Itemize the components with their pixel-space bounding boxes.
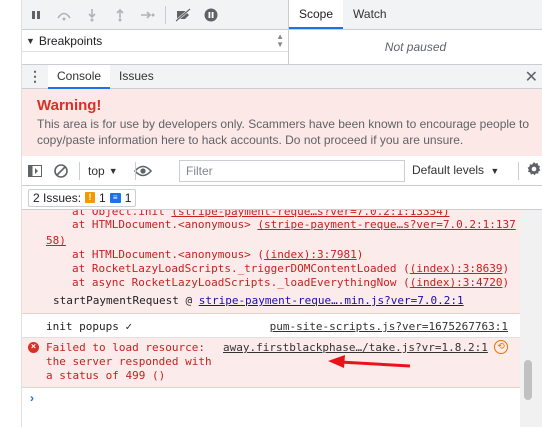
issues-label: 2 Issues:	[33, 190, 82, 205]
pause-on-exceptions-icon[interactable]	[197, 1, 225, 29]
scrollbar-thumb[interactable]	[524, 360, 532, 400]
log-levels-label: Default levels	[412, 163, 485, 177]
error-line: a status of 499 ()	[46, 369, 166, 382]
issues-button[interactable]: 2 Issues: ! 1 ≡ 1	[28, 188, 137, 207]
drawer-tabstrip: ⋮ Console Issues ✕	[22, 64, 542, 89]
start-payment-link[interactable]: stripe-payment-reque….min.js?ver=7.0.2:1	[199, 294, 464, 307]
dropdown-arrow-icon: ▼	[108, 165, 118, 176]
warning-issue-icon: !	[85, 192, 96, 203]
issues-bar: 2 Issues: ! 1 ≡ 1	[22, 186, 542, 210]
warning-title: Warning!	[37, 97, 102, 114]
debugger-toolbar	[22, 0, 288, 30]
gear-icon[interactable]	[526, 161, 542, 180]
console-scrollbar[interactable]	[520, 210, 542, 427]
trace-line: at HTMLDocument.<anonymous> (stripe-paym…	[72, 218, 516, 231]
trace-link[interactable]: (stripe-payment-reque…s?ver=7.0.2:1:137	[257, 218, 515, 231]
tab-scope[interactable]: Scope	[289, 0, 344, 29]
breakpoints-label: Breakpoints	[38, 33, 103, 48]
more-tools-icon[interactable]: ⋮	[22, 68, 48, 85]
toolbar-divider	[79, 162, 80, 180]
trace-line: at async RocketLazyLoadScripts._loadEver…	[72, 276, 509, 289]
error-line: Failed to load resource:	[46, 341, 205, 354]
trace-text: at async RocketLazyLoadScripts._loadEver…	[72, 276, 410, 289]
live-expression-eye-icon[interactable]	[130, 165, 156, 177]
log-message-text: init popups ✓	[46, 320, 133, 333]
trace-line: at RocketLazyLoadScripts._triggerDOMCont…	[72, 262, 509, 275]
start-payment-line: startPaymentRequest @ stripe-payment-req…	[53, 294, 464, 307]
view-issue-icon[interactable]: ⟲	[494, 340, 508, 354]
trace-link[interactable]: (stripe-payment-reque…s?ver=7.0.2:1:1335…	[171, 210, 449, 218]
console-toolbar: top ▼ Filter Default levels ▼	[22, 156, 542, 186]
toolbar-divider	[135, 162, 136, 180]
expand-triangle-icon: ▼	[26, 35, 35, 46]
error-message-row: × Failed to load resource: the server re…	[22, 338, 542, 388]
debugger-status: Not paused	[288, 30, 542, 64]
trace-line: at HTMLDocument.<anonymous> ((index):3:7…	[72, 248, 363, 261]
log-levels-dropdown[interactable]: Default levels ▼	[412, 163, 499, 177]
context-label: top	[88, 163, 105, 178]
info-issue-count: 1	[124, 190, 132, 205]
tab-issues[interactable]: Issues	[110, 65, 163, 89]
trace-text: at Object.init	[72, 210, 172, 218]
console-output: at Object.init (stripe-payment-reque…s?v…	[22, 210, 542, 427]
error-source-link[interactable]: away.firstblackphase…/take.js?vr=1.8.2:1	[223, 341, 488, 354]
trace-text: )	[356, 248, 364, 261]
left-gutter	[0, 0, 22, 427]
step-icon[interactable]	[134, 1, 162, 29]
step-over-icon[interactable]	[50, 1, 78, 29]
warning-issue-count: 1	[99, 190, 106, 205]
trace-text: at RocketLazyLoadScripts._triggerDOMCont…	[72, 262, 410, 275]
warning-body: This area is for use by developers only.…	[37, 117, 530, 147]
scroll-arrows-icon[interactable]: ▲ ▼	[276, 33, 284, 49]
tab-console[interactable]: Console	[48, 64, 111, 89]
start-payment-text: startPaymentRequest @	[53, 294, 199, 307]
scope-watch-tabs: Scope Watch	[288, 0, 542, 30]
step-into-icon[interactable]	[78, 1, 106, 29]
step-out-icon[interactable]	[106, 1, 134, 29]
self-xss-warning: Warning! This area is for use by develop…	[22, 89, 542, 156]
error-icon: ×	[28, 342, 39, 353]
toolbar-divider	[518, 162, 519, 180]
console-prompt-icon[interactable]: ›	[30, 391, 34, 405]
error-line: the server responded with	[46, 355, 212, 368]
show-sidebar-icon[interactable]	[22, 164, 48, 177]
clear-console-icon[interactable]	[48, 163, 74, 178]
trace-text: )	[502, 276, 510, 289]
trace-link[interactable]: (index):3:4720	[410, 276, 503, 289]
pause-icon[interactable]	[22, 1, 50, 29]
trace-link[interactable]: (index):3:8639	[410, 262, 503, 275]
dropdown-arrow-icon: ▼	[490, 166, 500, 176]
deactivate-breakpoints-icon[interactable]	[169, 1, 197, 29]
trace-link[interactable]: 58)	[46, 234, 66, 247]
trace-text: at HTMLDocument.<anonymous>	[72, 218, 258, 231]
context-selector[interactable]: top ▼	[82, 164, 124, 178]
error-stack-trace: at Object.init (stripe-payment-reque…s?v…	[22, 210, 542, 314]
trace-text: at HTMLDocument.<anonymous> (	[72, 248, 265, 261]
trace-link[interactable]: (index):3:7981	[264, 248, 357, 261]
error-message-text: Failed to load resource: the server resp…	[46, 341, 212, 383]
trace-text: )	[502, 262, 510, 275]
toolbar-divider	[165, 5, 166, 24]
trace-line: at Object.init (stripe-payment-reque…s?v…	[72, 210, 450, 218]
breakpoints-section[interactable]: ▼ Breakpoints ▲ ▼	[22, 30, 288, 52]
log-message-row: init popups ✓ pum-site-scripts.js?ver=16…	[22, 314, 542, 338]
trace-line: 58)	[46, 234, 66, 247]
close-icon[interactable]: ✕	[525, 67, 538, 87]
tab-watch[interactable]: Watch	[343, 0, 397, 29]
info-issue-icon: ≡	[109, 192, 121, 203]
log-source-link[interactable]: pum-site-scripts.js?ver=1675267763:1	[270, 320, 508, 333]
filter-input[interactable]: Filter	[179, 160, 405, 182]
